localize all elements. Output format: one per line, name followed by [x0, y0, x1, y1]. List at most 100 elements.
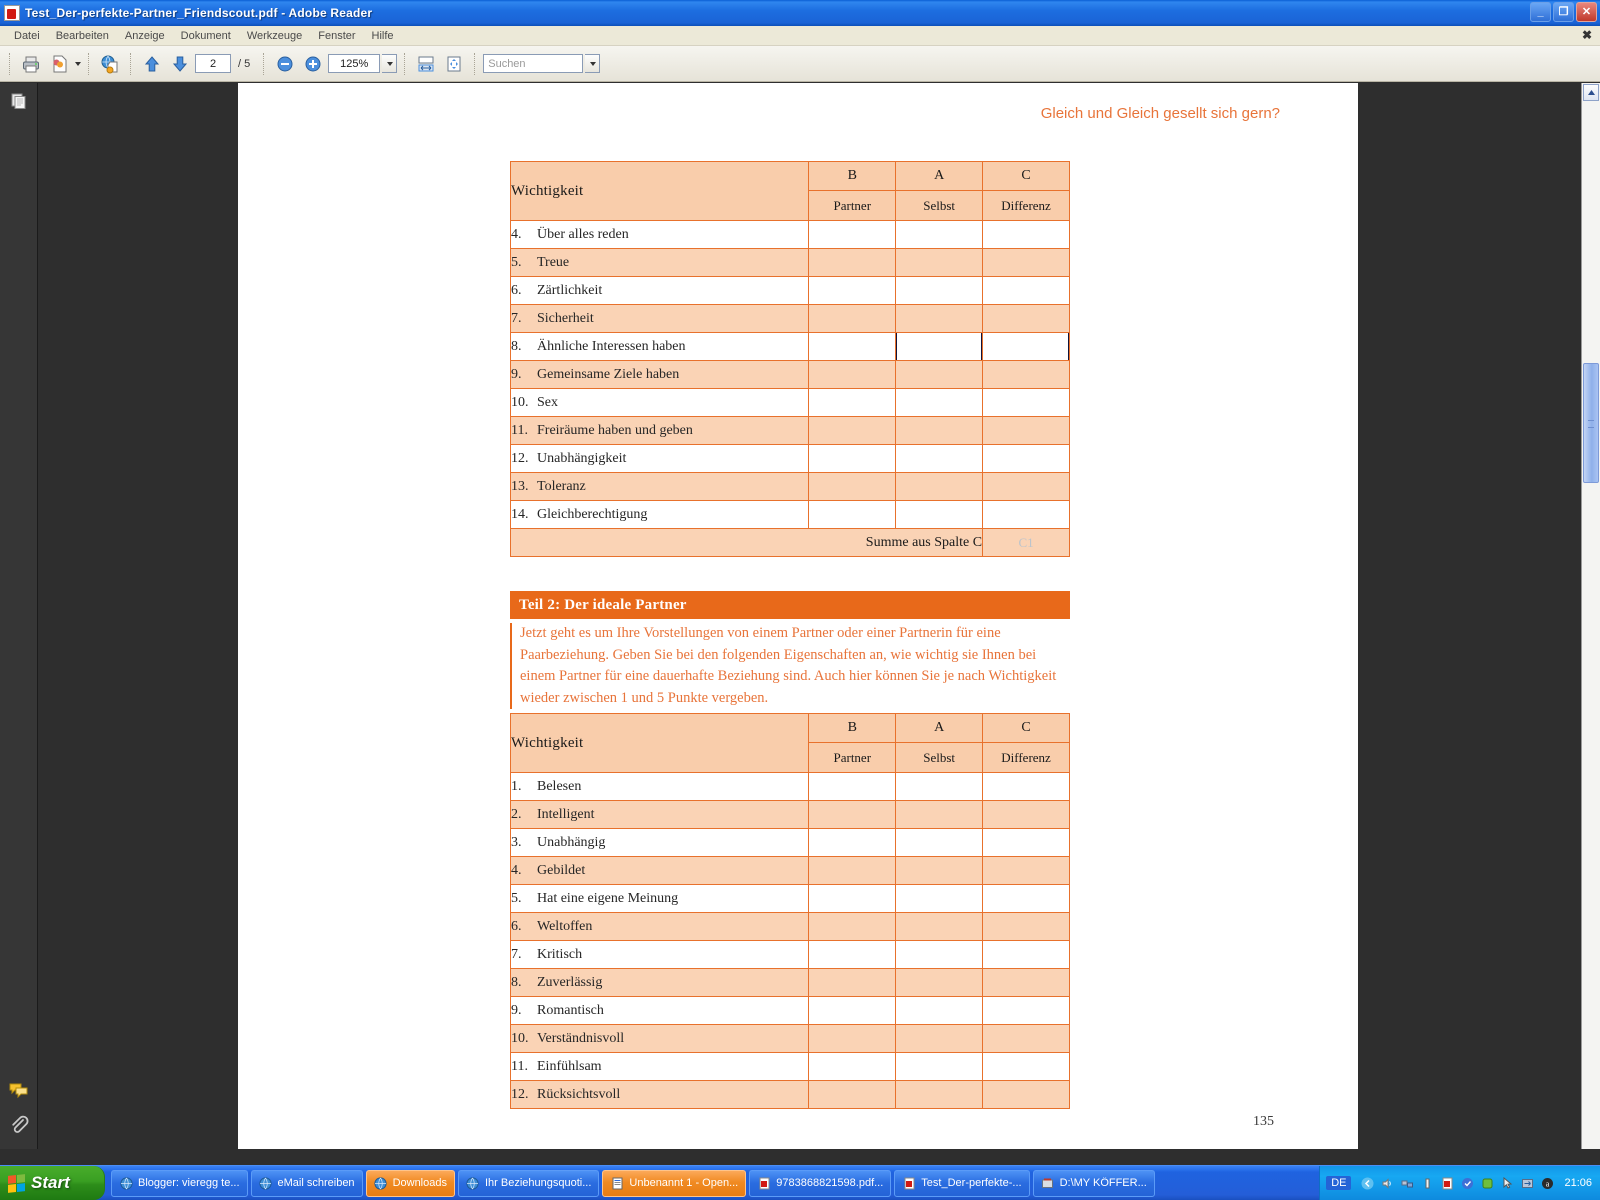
task-button-pdf-9783868821598[interactable]: 9783868821598.pdf...	[749, 1169, 892, 1197]
minimize-button[interactable]: _	[1530, 2, 1551, 22]
field-differenz[interactable]	[982, 500, 1070, 529]
field-selbst[interactable]	[895, 912, 984, 941]
field-differenz[interactable]	[982, 828, 1070, 857]
field-selbst[interactable]	[895, 772, 984, 801]
field-differenz[interactable]	[982, 1080, 1070, 1109]
field-partner[interactable]	[808, 444, 897, 473]
volume-icon[interactable]	[1380, 1176, 1395, 1191]
field-partner[interactable]	[808, 360, 897, 389]
print-icon[interactable]	[18, 51, 44, 77]
zoom-in-icon[interactable]	[300, 51, 326, 77]
field-differenz[interactable]	[982, 388, 1070, 417]
field-differenz[interactable]	[982, 772, 1070, 801]
update-icon[interactable]	[1460, 1176, 1475, 1191]
field-selbst[interactable]	[895, 500, 984, 529]
field-selbst[interactable]	[895, 996, 984, 1025]
close-button[interactable]: ✕	[1576, 2, 1597, 22]
fit-page-icon[interactable]	[441, 51, 467, 77]
sync-icon[interactable]	[1520, 1176, 1535, 1191]
acrobat-icon[interactable]	[1440, 1176, 1455, 1191]
task-button-test-der-perfekte[interactable]: Test_Der-perfekte-...	[894, 1169, 1030, 1197]
field-partner[interactable]	[808, 884, 897, 913]
field-selbst[interactable]	[895, 856, 984, 885]
field-differenz[interactable]	[982, 248, 1070, 277]
field-selbst[interactable]	[895, 800, 984, 829]
web-capture-icon[interactable]	[97, 51, 123, 77]
field-selbst[interactable]	[895, 248, 984, 277]
field-differenz[interactable]	[982, 1024, 1070, 1053]
arrow-down-icon[interactable]	[167, 51, 193, 77]
field-differenz[interactable]	[982, 220, 1070, 249]
field-differenz[interactable]	[982, 444, 1070, 473]
field-partner[interactable]	[808, 472, 897, 501]
field-differenz[interactable]	[982, 332, 1070, 361]
document-viewport[interactable]: Gleich und Gleich gesellt sich gern? Wic…	[38, 83, 1581, 1149]
field-differenz[interactable]	[982, 884, 1070, 913]
menu-item-fenster[interactable]: Fenster	[310, 28, 363, 44]
field-differenz[interactable]	[982, 856, 1070, 885]
comments-icon[interactable]	[7, 1078, 31, 1102]
mdi-close-icon[interactable]: ✖	[1582, 28, 1592, 42]
field-partner[interactable]	[808, 1080, 897, 1109]
search-input[interactable]: Suchen	[483, 54, 584, 73]
save-copy-dropdown-icon[interactable]	[75, 61, 81, 66]
language-indicator[interactable]: DE	[1326, 1176, 1352, 1190]
field-selbst[interactable]	[895, 388, 984, 417]
field-partner[interactable]	[808, 1024, 897, 1053]
zoom-level-input[interactable]: 125%	[328, 54, 381, 73]
menu-item-hilfe[interactable]: Hilfe	[364, 28, 402, 44]
scrollbar-thumb[interactable]	[1583, 363, 1599, 483]
field-partner[interactable]	[808, 276, 897, 305]
search-dropdown-icon[interactable]	[585, 54, 601, 73]
maximize-button[interactable]: ❐	[1553, 2, 1574, 22]
field-selbst[interactable]	[895, 940, 984, 969]
pages-thumbnail-icon[interactable]	[7, 89, 31, 113]
field-selbst[interactable]	[895, 828, 984, 857]
field-selbst[interactable]	[895, 360, 984, 389]
field-differenz[interactable]	[982, 968, 1070, 997]
field-differenz[interactable]	[982, 472, 1070, 501]
field-partner[interactable]	[808, 416, 897, 445]
field-selbst[interactable]	[895, 416, 984, 445]
field-selbst[interactable]	[895, 220, 984, 249]
network-icon[interactable]	[1400, 1176, 1415, 1191]
start-button[interactable]: Start	[0, 1166, 105, 1200]
field-differenz[interactable]	[982, 276, 1070, 305]
menu-item-dokument[interactable]: Dokument	[173, 28, 239, 44]
menu-item-datei[interactable]: Datei	[6, 28, 48, 44]
info-icon[interactable]: a	[1540, 1176, 1555, 1191]
toolbar-gripper[interactable]	[9, 52, 11, 75]
field-differenz[interactable]	[982, 304, 1070, 333]
field-partner[interactable]	[808, 940, 897, 969]
task-button-beziehungsquotient[interactable]: Ihr Beziehungsquoti...	[457, 1169, 600, 1197]
field-differenz[interactable]	[982, 1052, 1070, 1081]
page-number-input[interactable]: 2	[195, 54, 231, 73]
vertical-scrollbar[interactable]	[1581, 83, 1600, 1149]
field-partner[interactable]	[808, 968, 897, 997]
field-differenz[interactable]	[982, 800, 1070, 829]
task-button-downloads[interactable]: Downloads	[365, 1169, 455, 1197]
task-button-explorer-koffer[interactable]: D:\MY KÖFFER...	[1032, 1169, 1155, 1197]
field-partner[interactable]	[808, 248, 897, 277]
field-partner[interactable]	[808, 800, 897, 829]
field-partner[interactable]	[808, 912, 897, 941]
field-selbst[interactable]	[895, 276, 984, 305]
field-partner[interactable]	[808, 828, 897, 857]
task-button-blogger[interactable]: Blogger: vieregg te...	[111, 1169, 248, 1197]
fit-width-icon[interactable]	[413, 51, 439, 77]
battery-icon[interactable]	[1420, 1176, 1435, 1191]
field-selbst[interactable]	[895, 472, 984, 501]
field-selbst[interactable]	[895, 444, 984, 473]
arrow-up-icon[interactable]	[139, 51, 165, 77]
field-differenz[interactable]	[982, 996, 1070, 1025]
field-selbst[interactable]	[895, 304, 984, 333]
sum-value-c1[interactable]: C1	[982, 528, 1070, 557]
field-differenz[interactable]	[982, 912, 1070, 941]
menu-item-werkzeuge[interactable]: Werkzeuge	[239, 28, 310, 44]
task-button-openoffice[interactable]: Unbenannt 1 - Open...	[602, 1169, 747, 1197]
field-selbst[interactable]	[895, 1080, 984, 1109]
task-button-email[interactable]: eMail schreiben	[250, 1169, 363, 1197]
field-selbst[interactable]	[895, 968, 984, 997]
field-differenz[interactable]	[982, 416, 1070, 445]
save-copy-icon[interactable]	[46, 51, 72, 77]
